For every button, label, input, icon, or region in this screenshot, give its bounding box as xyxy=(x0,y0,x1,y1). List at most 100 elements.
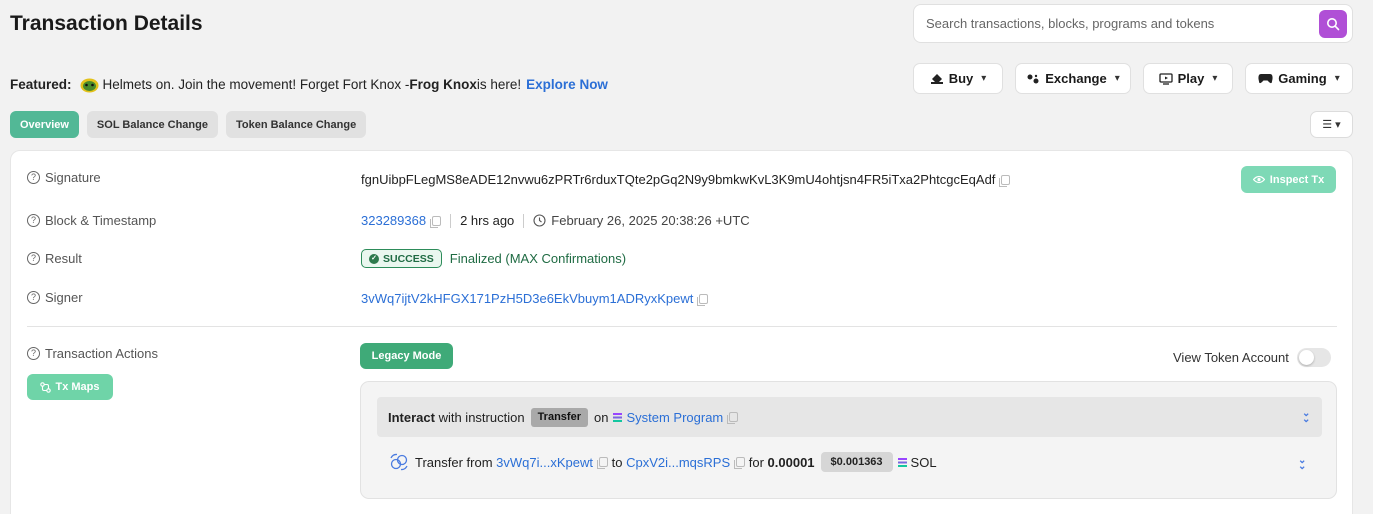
clock-icon xyxy=(533,214,546,227)
explore-now-link[interactable]: Explore Now xyxy=(526,77,608,92)
block-value-row: 323289368 2 hrs ago February 26, 2025 20… xyxy=(361,213,750,228)
tx-maps-button[interactable]: Tx Maps xyxy=(27,374,113,400)
help-icon: ? xyxy=(27,214,40,227)
legacy-mode-button[interactable]: Legacy Mode xyxy=(360,343,453,369)
instruction-pill: Transfer xyxy=(530,407,588,427)
transfer-row: Transfer from 3vWq7i...xKpewt to CpxV2i.… xyxy=(390,452,937,472)
chevrons-down-icon[interactable]: ⌄ ⌄ xyxy=(1302,409,1310,425)
actions-label-row: ? Transaction Actions xyxy=(27,346,158,361)
featured-suffix: is here! xyxy=(476,77,522,92)
gaming-dropdown[interactable]: Gaming ▾ xyxy=(1245,63,1353,94)
gamepad-icon xyxy=(1258,74,1273,84)
signer-value-row: 3vWq7ijtV2kHFGX171PzH5D3e6EkVbuym1ADRyxK… xyxy=(361,291,709,306)
with-instruction-text: with instruction xyxy=(434,409,525,425)
copy-icon[interactable] xyxy=(596,457,608,469)
amount-value: 0.00001 xyxy=(767,454,815,470)
section-divider xyxy=(27,326,1337,327)
result-value-row: ✓ SUCCESS Finalized (MAX Confirmations) xyxy=(361,249,626,268)
chevron-down-icon: ▾ xyxy=(1114,73,1120,84)
signature-label-row: ? Signature xyxy=(27,170,101,185)
status-badge-label: SUCCESS xyxy=(383,252,434,265)
block-label-row: ? Block & Timestamp xyxy=(27,213,156,228)
result-label-row: ? Result xyxy=(27,251,82,266)
featured-banner: Featured: Helmets on. Join the movement!… xyxy=(10,76,608,93)
finalized-text: Finalized (MAX Confirmations) xyxy=(449,251,627,266)
interact-label: Interact xyxy=(388,409,435,425)
to-address-link[interactable]: CpxV2i...mqsRPS xyxy=(626,455,730,470)
signature-label: Signature xyxy=(45,170,101,185)
tab-token-balance-change[interactable]: Token Balance Change xyxy=(225,111,367,138)
system-program-link[interactable]: System Program xyxy=(626,410,723,425)
chevron-down-icon: ▾ xyxy=(1212,73,1218,84)
usd-value-pill: $0.001363 xyxy=(820,452,893,472)
search-button[interactable] xyxy=(1319,10,1347,38)
instruction-box: Interact with instruction Transfer on Sy… xyxy=(360,381,1337,499)
chevron-down-icon: ▾ xyxy=(1334,73,1340,84)
check-circle-icon: ✓ xyxy=(369,253,379,264)
buy-label: Buy xyxy=(948,71,974,86)
copy-icon[interactable] xyxy=(727,412,739,424)
from-address-link[interactable]: 3vWq7i...xKpewt xyxy=(496,455,593,470)
signer-label: Signer xyxy=(45,290,83,305)
tab-overview[interactable]: Overview xyxy=(10,111,79,138)
to-text: to xyxy=(611,454,623,470)
divider xyxy=(523,213,525,228)
help-icon: ? xyxy=(27,291,40,304)
search-input[interactable] xyxy=(926,5,1306,42)
exchange-icon xyxy=(1027,74,1039,83)
inspect-tx-button[interactable]: Inspect Tx xyxy=(1241,166,1336,193)
signature-value: fgnUibpFLegMS8eADE12nvwu6zPRTr6rduxTQte2… xyxy=(361,172,996,187)
featured-bold: Frog Knox xyxy=(409,77,477,92)
buy-dropdown[interactable]: Buy ▾ xyxy=(913,63,1003,94)
play-dropdown[interactable]: Play ▾ xyxy=(1143,63,1233,94)
transfer-icon xyxy=(390,453,408,471)
tab-sol-balance-change[interactable]: SOL Balance Change xyxy=(86,111,218,138)
view-token-account-toggle-row: View Token Account xyxy=(1173,348,1331,367)
chevron-down-icon: ▾ xyxy=(1335,119,1341,131)
help-icon: ? xyxy=(27,252,40,265)
search-bar xyxy=(913,4,1353,43)
help-icon: ? xyxy=(27,347,40,360)
buy-icon xyxy=(930,73,943,84)
page-title: Transaction Details xyxy=(10,12,203,35)
gaming-label: Gaming xyxy=(1278,71,1327,86)
copy-icon[interactable] xyxy=(697,293,709,306)
transaction-card: ? Signature fgnUibpFLegMS8eADE12nvwu6zPR… xyxy=(10,150,1353,514)
copy-icon[interactable] xyxy=(999,174,1011,187)
exchange-dropdown[interactable]: Exchange ▾ xyxy=(1015,63,1131,94)
result-label: Result xyxy=(45,251,82,266)
play-label: Play xyxy=(1177,71,1205,86)
copy-icon[interactable] xyxy=(734,457,746,469)
signer-label-row: ? Signer xyxy=(27,290,83,305)
featured-text: Helmets on. Join the movement! Forget Fo… xyxy=(102,77,410,92)
block-link[interactable]: 323289368 xyxy=(361,213,426,228)
frog-icon xyxy=(80,76,99,93)
copy-icon[interactable] xyxy=(430,215,442,228)
solana-icon xyxy=(613,412,623,422)
inspect-tx-label: Inspect Tx xyxy=(1269,173,1325,186)
chevron-down-icon: ▾ xyxy=(981,73,987,84)
timestamp: February 26, 2025 20:38:26 +UTC xyxy=(551,213,750,228)
search-icon xyxy=(1327,18,1340,31)
help-icon: ? xyxy=(27,171,40,184)
view-token-account-switch[interactable] xyxy=(1296,348,1331,367)
detail-tabs: Overview SOL Balance Change Token Balanc… xyxy=(10,111,367,138)
transaction-actions-label: Transaction Actions xyxy=(45,346,158,361)
time-ago: 2 hrs ago xyxy=(460,213,515,228)
view-token-account-label: View Token Account xyxy=(1173,350,1289,365)
solana-icon xyxy=(897,457,907,467)
chevrons-down-icon[interactable]: ⌄ ⌄ xyxy=(1298,456,1306,472)
list-icon: ☰ xyxy=(1322,119,1333,131)
transfer-from-text: Transfer from xyxy=(415,454,493,470)
exchange-label: Exchange xyxy=(1045,71,1107,86)
status-badge: ✓ SUCCESS xyxy=(361,249,442,268)
signer-link[interactable]: 3vWq7ijtV2kHFGX171PzH5D3e6EkVbuym1ADRyxK… xyxy=(361,291,693,306)
route-icon xyxy=(40,381,52,393)
on-text: on xyxy=(593,409,609,425)
view-menu-button[interactable]: ☰ ▾ xyxy=(1310,111,1353,138)
block-timestamp-label: Block & Timestamp xyxy=(45,213,157,228)
instruction-header[interactable]: Interact with instruction Transfer on Sy… xyxy=(377,397,1322,437)
token-symbol: SOL xyxy=(910,454,937,470)
monitor-play-icon xyxy=(1158,72,1173,85)
eye-icon xyxy=(1252,175,1265,184)
